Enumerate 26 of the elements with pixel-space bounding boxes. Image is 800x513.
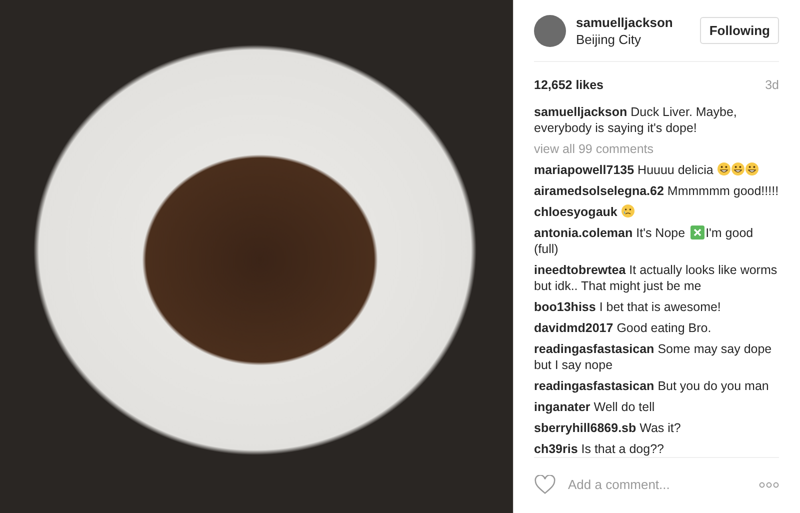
more-options-icon[interactable] — [759, 482, 779, 488]
comment: chloesyogauk — [534, 204, 779, 220]
comment: readingasfastasican Some may say dope but I say nope — [534, 341, 773, 374]
grinning-face-icon — [744, 162, 759, 176]
comment: sberryhill6869.sb Was it? — [534, 420, 682, 436]
cross-mark-icon — [690, 225, 705, 240]
caption: samuelljackson Duck Liver. Maybe, everybody is saying it's dope! — [534, 104, 738, 136]
following-button[interactable]: Following — [700, 17, 779, 44]
comment: ineedtobrewtea It actually looks like worms but idk.. That might just be me — [534, 262, 778, 294]
likes-count: 12,652 likes — [534, 78, 604, 92]
heart-icon[interactable] — [534, 474, 556, 495]
comment: mariapowell7135 Huuuu delicia — [534, 162, 779, 178]
comment: antonia.coleman It's Nope I'm good (full) — [534, 225, 754, 258]
comment: readingasfastasican But you do you man — [534, 378, 770, 394]
avatar[interactable] — [534, 14, 566, 47]
username[interactable]: samuelljackson — [576, 14, 690, 30]
comment: ch39ris Is that a dog?? — [534, 441, 665, 458]
post-age: 3d — [765, 78, 779, 92]
crying-face-icon — [620, 204, 635, 218]
location[interactable]: Beijing City — [576, 32, 690, 47]
grinning-face-icon — [730, 162, 745, 176]
comment: airamedsolselegna.62 Mmmmmm good!!!!! — [534, 183, 779, 200]
grinning-face-icon — [716, 162, 731, 176]
comment: davidmd2017 Good eating Bro. — [534, 320, 712, 336]
comment: inganater Well do tell — [534, 399, 656, 416]
comment: boo13hiss I bet that is awesome! — [534, 299, 722, 316]
